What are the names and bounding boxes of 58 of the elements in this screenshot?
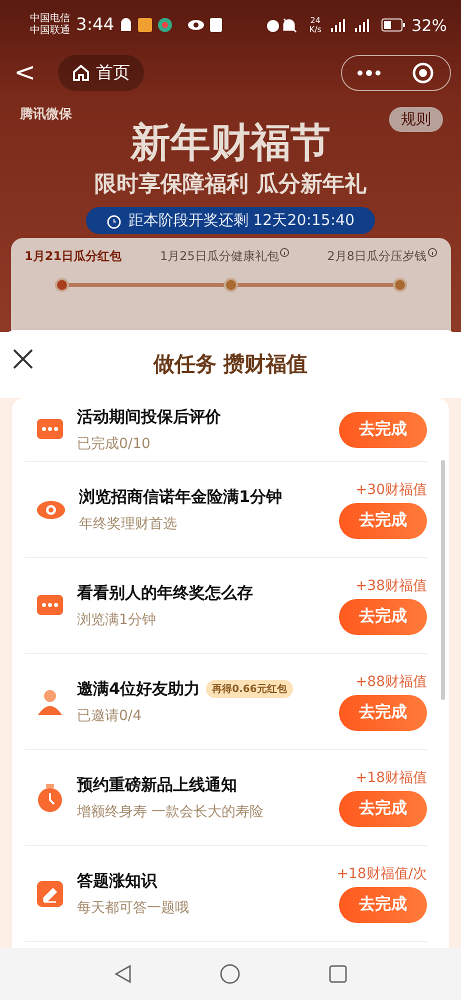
task-title: 邀满4位好友助力: [77, 678, 200, 700]
more-dots-icon: [357, 70, 381, 76]
battery-level: 32%: [411, 16, 447, 34]
stopwatch-icon: [37, 784, 63, 812]
chat-bubble-icon: [37, 594, 63, 616]
countdown-bar: 距本阶段开奖还剩 12天20:15:40: [86, 207, 375, 234]
clock-time: 3:44: [76, 15, 114, 35]
info-icon: [428, 248, 436, 257]
rules-button[interactable]: 规则: [389, 107, 443, 132]
complete-button[interactable]: 去完成: [339, 502, 427, 538]
stage-tab[interactable]: 1月21日瓜分红包: [24, 248, 122, 265]
task-subtitle: 年终奖理财首选: [79, 514, 178, 532]
eye-icon: [37, 500, 65, 520]
person-icon: [37, 688, 63, 714]
stage-tab[interactable]: 1月25日瓜分健康礼包: [160, 248, 289, 265]
task-title: 看看别人的年终奖怎么存: [77, 582, 253, 604]
recents-icon[interactable]: [328, 965, 347, 983]
reward-points: +18财福值/次: [336, 864, 427, 882]
task-title: 答题涨知识: [77, 870, 157, 892]
home-button[interactable]: 首页: [58, 54, 144, 90]
task-subtitle: 浏览满1分钟: [77, 610, 157, 628]
sheet-title: 做任务 攒财福值: [153, 351, 308, 378]
back-button[interactable]: <: [10, 58, 40, 88]
task-subtitle: 增额终身寿 一款会长大的寿险: [77, 802, 264, 820]
info-icon: [280, 248, 289, 257]
complete-button[interactable]: 去完成: [339, 886, 427, 922]
reward-points: +18财福值: [355, 768, 427, 786]
brand-logo: 腾讯微保: [20, 106, 72, 123]
app-notification-icon: [158, 18, 172, 32]
back-icon[interactable]: [114, 964, 132, 984]
reward-points: +38财福值: [355, 576, 427, 594]
target-icon: [412, 62, 434, 84]
task-title: 预约重磅新品上线通知: [77, 774, 237, 796]
reward-points: +30财福值: [355, 480, 427, 498]
stage-tab[interactable]: 2月8日瓜分压岁钱: [327, 248, 436, 265]
complete-button[interactable]: 去完成: [339, 790, 427, 826]
task-title: 浏览招商信诺年金险满1分钟: [79, 486, 282, 508]
task-subtitle: 已完成0/10: [77, 434, 152, 452]
reward-points: +88财福值: [355, 672, 427, 690]
stopwatch-icon: [106, 212, 122, 228]
eye-icon: [188, 20, 204, 30]
pencil-icon: [37, 880, 63, 906]
network-speed: 24 K/s: [309, 16, 322, 34]
banner-subtitle: 限时享保障福利 瓜分新年礼: [94, 171, 366, 199]
home-icon[interactable]: [220, 964, 240, 984]
carrier-names: 中国电信 中国联通: [30, 13, 70, 37]
task-subtitle: 已邀请0/4: [77, 706, 143, 724]
task-title: 活动期间投保后评价: [77, 406, 221, 428]
app-notification-icon: [138, 18, 152, 32]
home-icon: [72, 64, 90, 82]
task-subtitle: 每天都可答一题哦: [77, 898, 190, 916]
banner-title: 新年财福节: [130, 119, 330, 167]
battery-icon: [381, 18, 406, 32]
complete-button[interactable]: 去完成: [339, 598, 427, 634]
chat-bubble-icon: [37, 418, 63, 440]
bonus-tag: 再得0.66元红包: [206, 680, 293, 698]
complete-button[interactable]: 去完成: [339, 412, 427, 448]
complete-button[interactable]: 去完成: [339, 694, 427, 730]
